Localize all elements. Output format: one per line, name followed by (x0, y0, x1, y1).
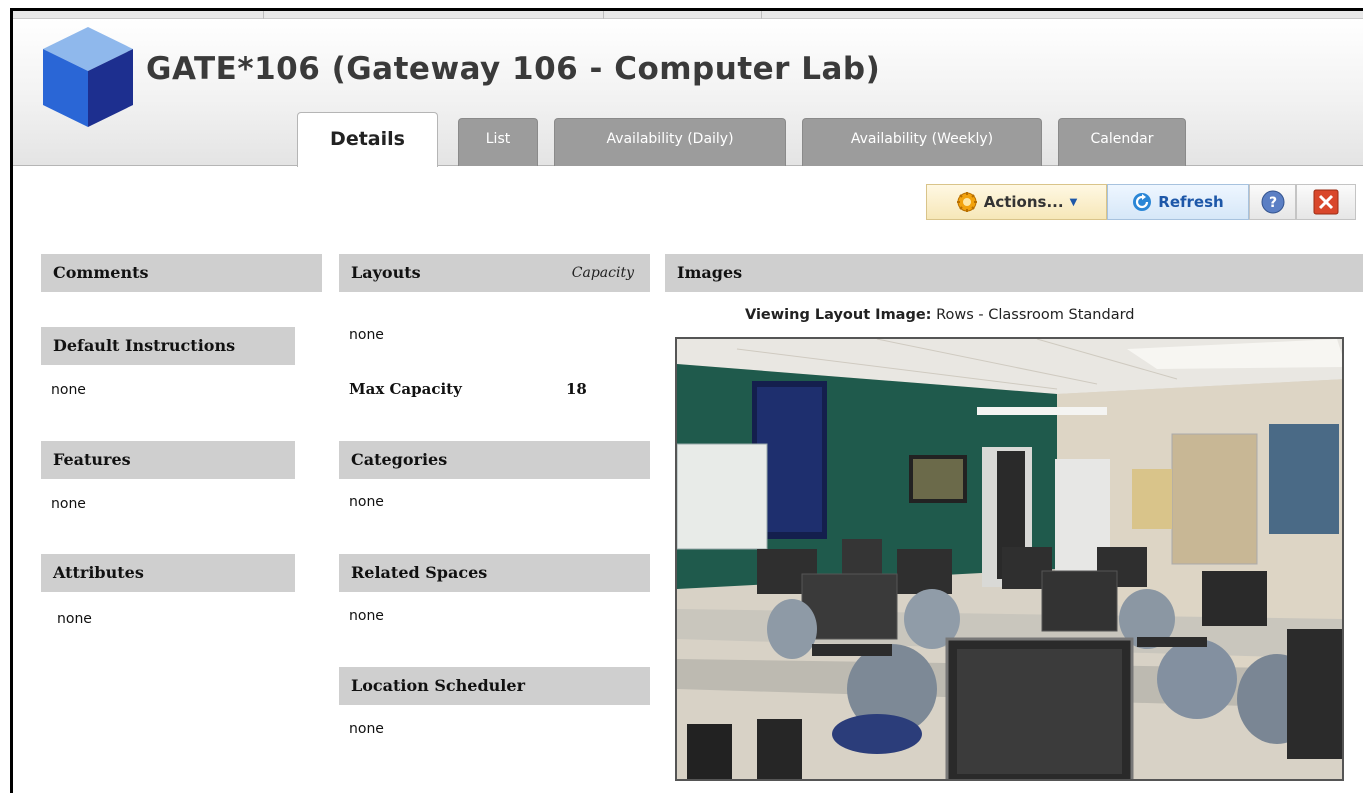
viewing-layout-label: Viewing Layout Image: (745, 307, 932, 323)
layouts-header: Layouts Capacity (339, 254, 650, 292)
tab-calendar[interactable]: Calendar (1058, 118, 1186, 166)
related-spaces-value: none (349, 608, 384, 624)
layouts-title: Layouts (351, 263, 421, 282)
tab-list[interactable]: List (458, 118, 538, 166)
comments-header: Comments (41, 254, 322, 292)
page-header: GATE*106 (Gateway 106 - Computer Lab) De… (13, 19, 1363, 167)
refresh-label: Refresh (1158, 193, 1224, 211)
categories-header: Categories (339, 441, 650, 479)
tab-availability-daily[interactable]: Availability (Daily) (554, 118, 786, 166)
outer-tab-divider (263, 11, 264, 19)
actions-button[interactable]: Actions... ▼ (926, 184, 1107, 220)
close-icon (1313, 189, 1339, 215)
classroom-photo (677, 339, 1342, 779)
layouts-value: none (349, 327, 384, 343)
chevron-down-icon: ▼ (1069, 196, 1078, 208)
default-instructions-header: Default Instructions (41, 327, 295, 365)
attributes-value: none (57, 611, 92, 627)
svg-text:?: ? (1268, 195, 1276, 211)
viewing-layout-value: Rows - Classroom Standard (936, 307, 1135, 323)
images-header: Images (665, 254, 1363, 292)
categories-value: none (349, 494, 384, 510)
outer-tab-divider (603, 11, 604, 19)
outer-tab-divider (761, 11, 762, 19)
layout-image (675, 337, 1344, 781)
features-value: none (51, 496, 86, 512)
app-frame: GATE*106 (Gateway 106 - Computer Lab) De… (10, 8, 1363, 793)
refresh-icon (1133, 193, 1152, 211)
max-capacity-value: 18 (566, 380, 587, 398)
location-scheduler-value: none (349, 721, 384, 737)
outer-tab-strip (13, 11, 1363, 19)
actions-label: Actions... (983, 193, 1064, 211)
help-button[interactable]: ? (1249, 184, 1296, 220)
tab-details[interactable]: Details (297, 112, 438, 167)
attributes-header: Attributes (41, 554, 295, 592)
capacity-column-header: Capacity (571, 265, 634, 281)
location-scheduler-header: Location Scheduler (339, 667, 650, 705)
default-instructions-value: none (51, 382, 86, 398)
page-title: GATE*106 (Gateway 106 - Computer Lab) (146, 51, 881, 87)
close-button[interactable] (1296, 184, 1356, 220)
related-spaces-header: Related Spaces (339, 554, 650, 592)
cube-logo-icon (43, 27, 133, 127)
max-capacity-label: Max Capacity (349, 380, 462, 398)
tab-availability-weekly[interactable]: Availability (Weekly) (802, 118, 1042, 166)
features-header: Features (41, 441, 295, 479)
refresh-button[interactable]: Refresh (1107, 184, 1249, 220)
viewing-layout-caption: Viewing Layout Image: Rows - Classroom S… (745, 307, 1135, 323)
help-icon: ? (1261, 190, 1284, 214)
gear-icon (956, 192, 977, 212)
